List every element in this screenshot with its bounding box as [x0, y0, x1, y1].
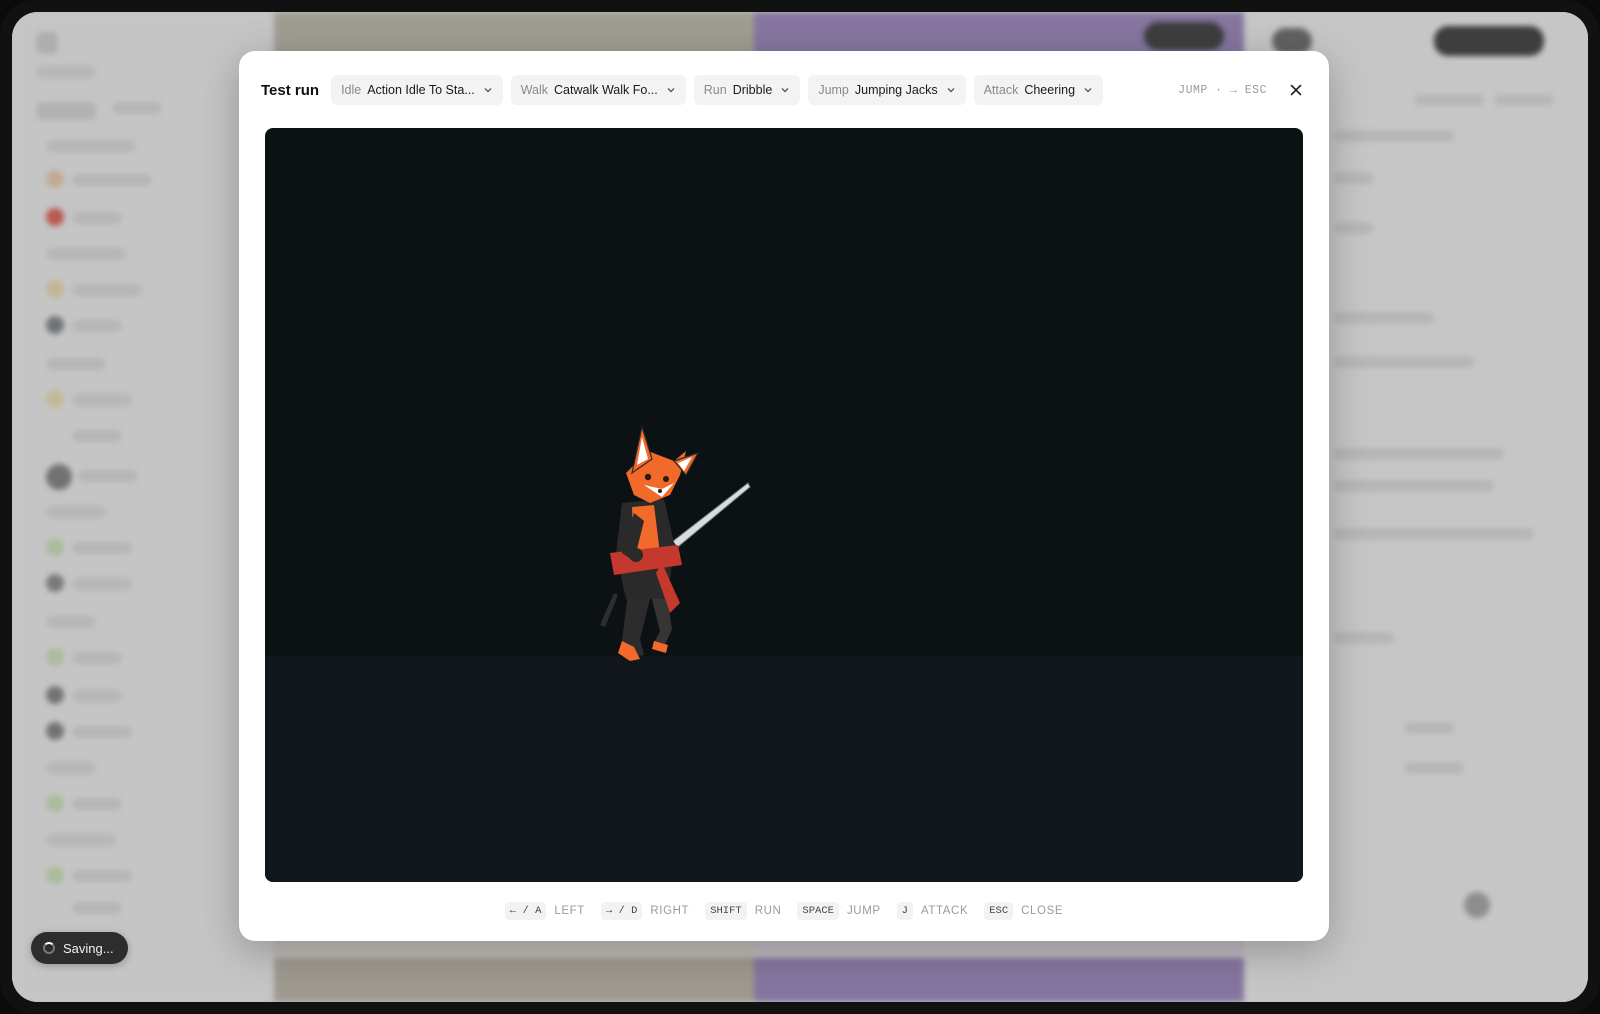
- keycap: ESC: [984, 902, 1014, 920]
- toast-text: Saving...: [63, 940, 114, 956]
- jump-animation-select[interactable]: Jump Jumping Jacks: [808, 75, 966, 105]
- select-label: Run: [703, 83, 727, 97]
- keycap: → / D: [600, 902, 643, 920]
- chevron-down-icon: [483, 85, 493, 95]
- test-run-modal: Test run Idle Action Idle To Sta... Walk…: [239, 51, 1329, 941]
- control-hint: SPACE JUMP: [797, 902, 880, 920]
- select-value: Cheering: [1024, 83, 1076, 97]
- select-value: Catwalk Walk Fo...: [554, 83, 658, 97]
- controls-legend: ← / A LEFT → / D RIGHT SHIFT RUN SPACE J…: [239, 899, 1329, 923]
- game-canvas[interactable]: [265, 128, 1303, 882]
- select-value: Dribble: [732, 83, 773, 97]
- control-hint: J ATTACK: [896, 902, 969, 920]
- close-button[interactable]: [1285, 79, 1307, 101]
- modal-header: Test run Idle Action Idle To Sta... Walk…: [261, 75, 1307, 105]
- state-hint: JUMP · → ESC: [1178, 83, 1267, 97]
- control-action: ATTACK: [920, 905, 969, 917]
- chevron-down-icon: [780, 85, 790, 95]
- keycap: J: [896, 902, 913, 920]
- keycap: SHIFT: [705, 902, 747, 920]
- spinner-icon: [43, 942, 55, 954]
- attack-animation-select[interactable]: Attack Cheering: [973, 75, 1104, 105]
- select-label: Walk: [520, 83, 549, 97]
- select-value: Action Idle To Sta...: [367, 83, 475, 97]
- select-label: Attack: [983, 83, 1019, 97]
- control-action: RIGHT: [650, 905, 690, 917]
- modal-title: Test run: [261, 81, 320, 99]
- saving-toast: Saving...: [31, 932, 128, 964]
- run-animation-select[interactable]: Run Dribble: [693, 75, 801, 105]
- control-hint: → / D RIGHT: [600, 902, 690, 920]
- control-action: JUMP: [846, 905, 881, 917]
- fox-samurai-character: [600, 424, 751, 661]
- select-label: Idle: [341, 83, 362, 97]
- ground: [265, 656, 1303, 882]
- control-hint: SHIFT RUN: [705, 902, 781, 920]
- control-hint: ESC CLOSE: [984, 902, 1063, 920]
- keycap: SPACE: [797, 902, 839, 920]
- control-action: RUN: [754, 905, 782, 917]
- device-frame: Test run Idle Action Idle To Sta... Walk…: [0, 0, 1600, 1014]
- idle-animation-select[interactable]: Idle Action Idle To Sta...: [331, 75, 503, 105]
- select-label: Jump: [818, 83, 849, 97]
- chevron-down-icon: [666, 85, 676, 95]
- control-action: LEFT: [554, 905, 585, 917]
- select-value: Jumping Jacks: [854, 83, 938, 97]
- walk-animation-select[interactable]: Walk Catwalk Walk Fo...: [510, 75, 686, 105]
- close-icon: [1290, 84, 1302, 96]
- chevron-down-icon: [1083, 85, 1093, 95]
- keycap: ← / A: [504, 902, 547, 920]
- control-action: CLOSE: [1021, 905, 1064, 917]
- chevron-down-icon: [946, 85, 956, 95]
- control-hint: ← / A LEFT: [504, 902, 585, 920]
- screen: Test run Idle Action Idle To Sta... Walk…: [12, 12, 1588, 1002]
